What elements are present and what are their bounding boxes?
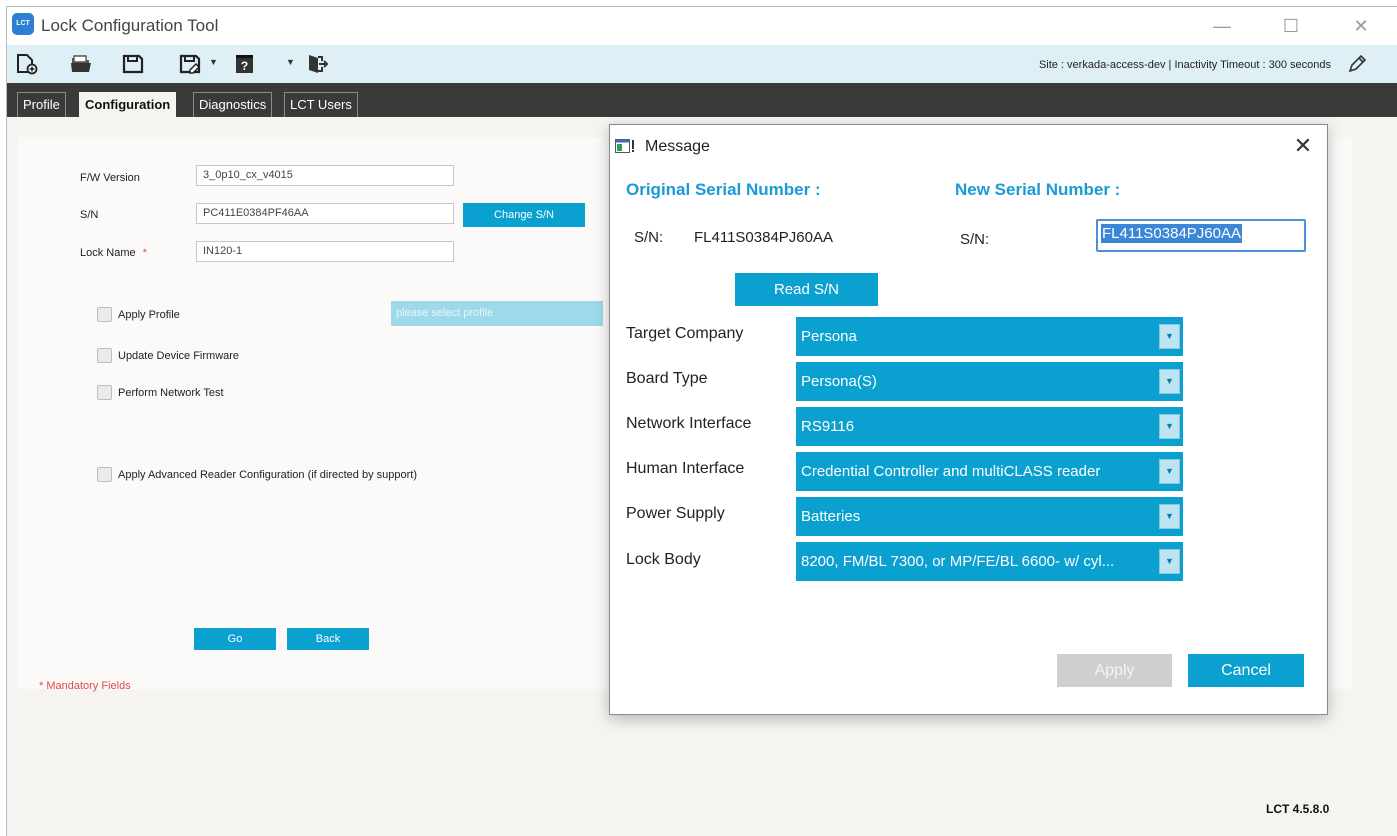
app-title: Lock Configuration Tool — [41, 16, 219, 35]
new-sn-prefix: S/N: — [960, 231, 990, 248]
pencil-icon[interactable] — [1347, 54, 1367, 74]
network-test-checkbox[interactable] — [97, 385, 112, 400]
network-interface-value: RS9116 — [801, 418, 855, 435]
lock-name-label: Lock Name * — [80, 247, 147, 259]
board-type-select[interactable]: Persona(S) ▼ — [796, 362, 1183, 401]
apply-profile-label: Apply Profile — [118, 309, 180, 321]
help-menu-arrow-icon[interactable]: ▼ — [286, 57, 295, 67]
sn-label: S/N — [80, 209, 99, 221]
mandatory-note: * Mandatory Fields — [39, 680, 131, 692]
tab-bar: Profile Configuration Diagnostics LCT Us… — [7, 83, 1397, 117]
window-close-button[interactable]: ✕ — [1341, 13, 1381, 39]
svg-text:?: ? — [241, 59, 248, 73]
cancel-button[interactable]: Cancel — [1188, 654, 1304, 687]
network-interface-select[interactable]: RS9116 ▼ — [796, 407, 1183, 446]
new-file-icon[interactable] — [15, 53, 39, 75]
lock-name-label-text: Lock Name — [80, 247, 136, 259]
logout-icon[interactable] — [305, 53, 329, 75]
back-button[interactable]: Back — [287, 628, 369, 650]
update-firmware-checkbox[interactable] — [97, 348, 112, 363]
minimize-button[interactable]: — — [1202, 13, 1242, 39]
chevron-down-icon[interactable]: ▼ — [1159, 459, 1180, 484]
title-bar: LCT Lock Configuration Tool — ☐ ✕ — [7, 7, 1397, 45]
original-sn-heading: Original Serial Number : — [626, 180, 821, 199]
lock-body-value: 8200, FM/BL 7300, or MP/FE/BL 6600- w/ c… — [801, 553, 1115, 570]
lock-body-label: Lock Body — [626, 551, 701, 568]
chevron-down-icon[interactable]: ▼ — [1159, 324, 1180, 349]
chevron-down-icon[interactable]: ▼ — [1159, 504, 1180, 529]
sn-field: PC411E0384PF46AA — [196, 203, 454, 224]
tab-diagnostics[interactable]: Diagnostics — [193, 92, 273, 117]
human-interface-label: Human Interface — [626, 460, 745, 477]
go-button[interactable]: Go — [194, 628, 276, 650]
target-company-value: Persona — [801, 328, 857, 345]
chevron-down-icon[interactable]: ▼ — [1159, 549, 1180, 574]
save-as-icon[interactable] — [179, 53, 203, 75]
apply-button[interactable]: Apply — [1057, 654, 1172, 687]
update-firmware-label: Update Device Firmware — [118, 350, 240, 362]
original-sn-prefix: S/N: — [634, 229, 664, 246]
lock-body-select[interactable]: 8200, FM/BL 7300, or MP/FE/BL 6600- w/ c… — [796, 542, 1183, 581]
network-test-label: Perform Network Test — [118, 387, 224, 399]
new-sn-selected-text: FL411S0384PJ60AA — [1101, 224, 1242, 243]
app-version: LCT 4.5.8.0 — [1266, 802, 1330, 816]
new-sn-input[interactable]: FL411S0384PJ60AA — [1096, 219, 1306, 252]
lock-name-input[interactable]: IN120-1 — [196, 241, 454, 262]
profile-select[interactable]: please select profile — [391, 301, 603, 326]
tab-lct-users[interactable]: LCT Users — [284, 92, 358, 117]
network-interface-label: Network Interface — [626, 415, 752, 432]
site-info: Site : verkada-access-dev | Inactivity T… — [1038, 59, 1331, 71]
save-menu-arrow-icon[interactable]: ▼ — [209, 57, 218, 67]
fw-version-label: F/W Version — [80, 172, 140, 184]
help-icon[interactable]: ? — [233, 53, 257, 75]
dialog-close-icon[interactable]: ✕ — [1290, 133, 1316, 159]
human-interface-select[interactable]: Credential Controller and multiCLASS rea… — [796, 452, 1183, 491]
dialog-title: Message — [645, 138, 710, 155]
required-asterisk: * — [142, 247, 147, 259]
open-folder-icon[interactable] — [69, 53, 93, 75]
message-dialog: Message ✕ Original Serial Number : New S… — [609, 124, 1328, 715]
power-supply-select[interactable]: Batteries ▼ — [796, 497, 1183, 536]
advanced-reader-checkbox[interactable] — [97, 467, 112, 482]
board-type-value: Persona(S) — [801, 373, 877, 390]
message-window-icon — [615, 139, 634, 153]
app-logo-icon: LCT — [12, 13, 34, 35]
target-company-select[interactable]: Persona ▼ — [796, 317, 1183, 356]
chevron-down-icon[interactable]: ▼ — [1159, 369, 1180, 394]
maximize-button[interactable]: ☐ — [1271, 13, 1311, 39]
board-type-label: Board Type — [626, 370, 708, 387]
tab-profile[interactable]: Profile — [17, 92, 66, 117]
read-sn-button[interactable]: Read S/N — [735, 273, 878, 306]
chevron-down-icon[interactable]: ▼ — [1159, 414, 1180, 439]
apply-profile-checkbox[interactable] — [97, 307, 112, 322]
target-company-label: Target Company — [626, 325, 744, 342]
new-sn-heading: New Serial Number : — [955, 180, 1121, 199]
tab-configuration[interactable]: Configuration — [79, 92, 177, 117]
advanced-reader-label: Apply Advanced Reader Configuration (if … — [118, 469, 418, 481]
save-icon[interactable] — [121, 53, 145, 75]
change-sn-button[interactable]: Change S/N — [463, 203, 585, 227]
toolbar: ▼ ? ▼ Site : verkada-access-dev | Inacti… — [7, 45, 1397, 83]
power-supply-label: Power Supply — [626, 505, 725, 522]
fw-version-field: 3_0p10_cx_v4015 — [196, 165, 454, 186]
original-sn-value: FL411S0384PJ60AA — [694, 229, 833, 246]
power-supply-value: Batteries — [801, 508, 861, 525]
human-interface-value: Credential Controller and multiCLASS rea… — [801, 463, 1101, 480]
